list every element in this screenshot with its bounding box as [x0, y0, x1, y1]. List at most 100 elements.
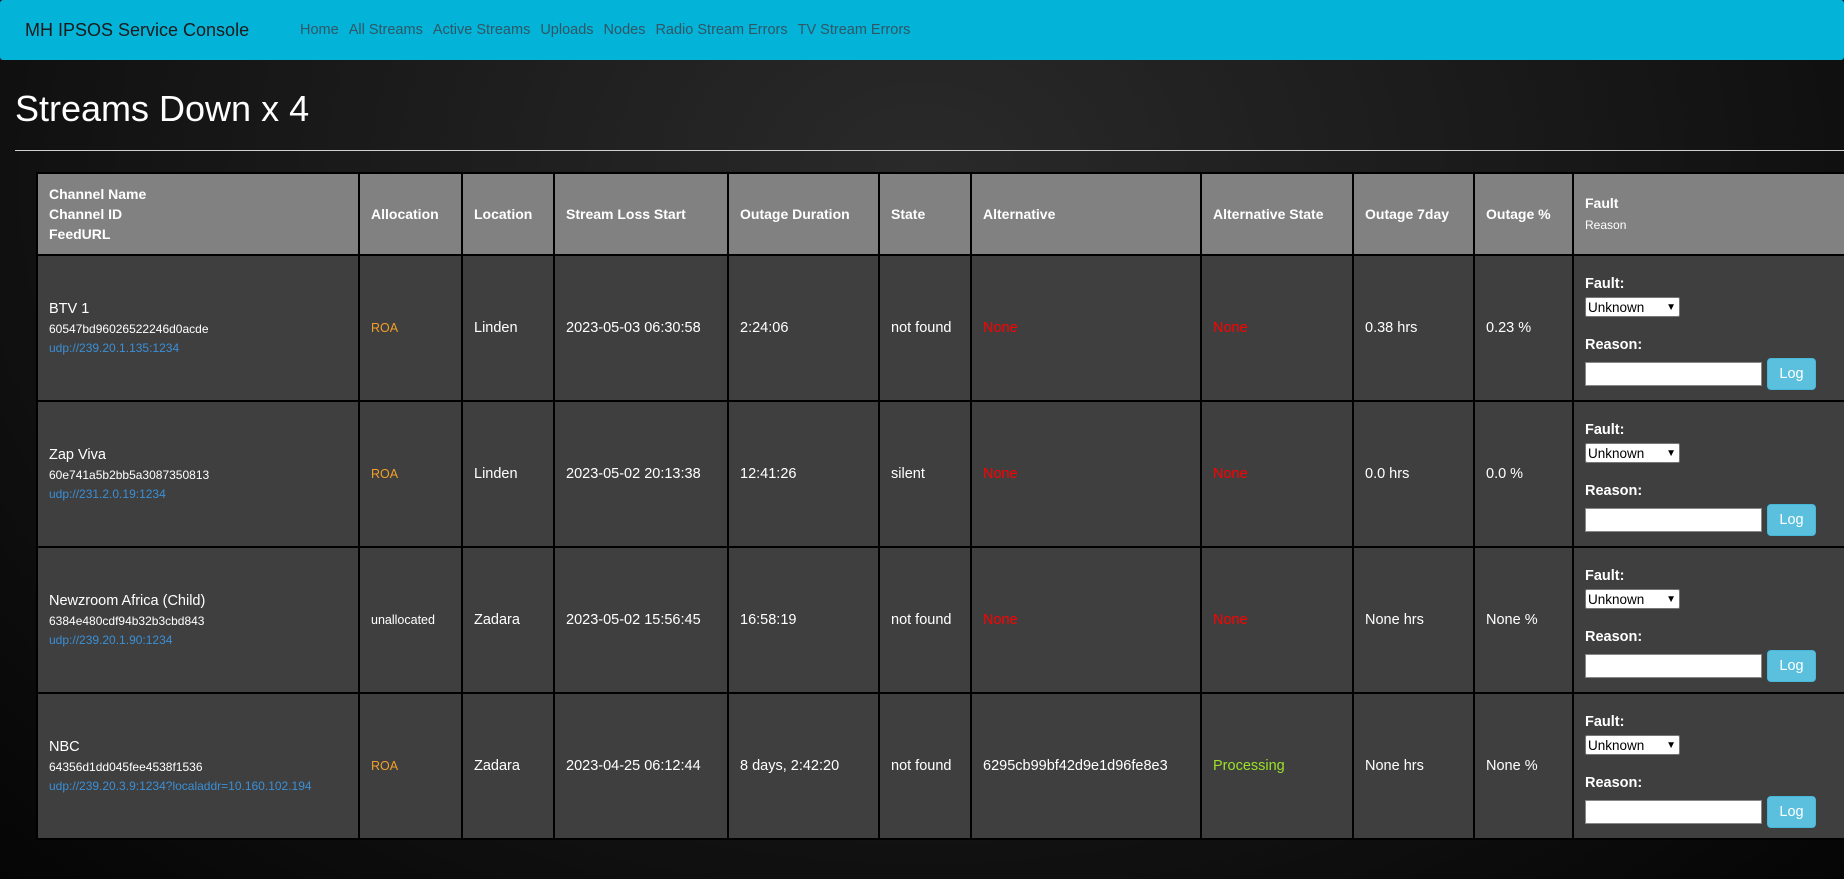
fault-cell: Fault: Unknown ▼ Reason: Log — [1572, 254, 1844, 402]
feed-url-link[interactable]: udp://231.2.0.19:1234 — [49, 487, 347, 501]
chevron-down-icon: ▼ — [1666, 593, 1676, 605]
reason-label: Reason: — [1585, 483, 1643, 499]
outage-duration-cell: 12:41:26 — [727, 400, 880, 548]
brand-title[interactable]: MH IPSOS Service Console — [25, 20, 295, 41]
channel-name: Zap Viva — [49, 447, 106, 463]
alternative-cell: None — [970, 254, 1202, 402]
alternative-state-value: None — [1213, 320, 1248, 336]
alternative-state-cell: None — [1200, 254, 1354, 402]
alternative-cell: None — [970, 400, 1202, 548]
col-header-channel: Channel Name Channel ID FeedURL — [36, 172, 360, 256]
location-cell: Zadara — [461, 546, 555, 694]
stream-loss-start-cell: 2023-05-03 06:30:58 — [553, 254, 729, 402]
table-row: NBC 64356d1dd045fee4538f1536 udp://239.2… — [36, 692, 1844, 840]
fault-select[interactable]: Unknown ▼ — [1585, 735, 1680, 755]
fault-select[interactable]: Unknown ▼ — [1585, 589, 1680, 609]
channel-id: 60547bd96026522246d0acde — [49, 322, 209, 336]
alternative-value: 6295cb99bf42d9e1d96fe8e3 — [983, 758, 1168, 774]
reason-input[interactable] — [1585, 362, 1762, 386]
fault-select-value: Unknown — [1588, 737, 1645, 753]
nav-link-active-streams[interactable]: Active Streams — [428, 22, 536, 38]
location-cell: Linden — [461, 254, 555, 402]
fault-cell: Fault: Unknown ▼ Reason: Log — [1572, 400, 1844, 548]
channel-cell: Newzroom Africa (Child) 6384e480cdf94b32… — [36, 546, 360, 694]
channel-id: 60e741a5b2bb5a3087350813 — [49, 468, 210, 482]
reason-input[interactable] — [1585, 508, 1762, 532]
channel-cell: NBC 64356d1dd045fee4538f1536 udp://239.2… — [36, 692, 360, 840]
allocation-cell: ROA — [358, 400, 463, 548]
outage-pct-cell: None % — [1473, 692, 1574, 840]
reason-row: Log — [1585, 358, 1835, 390]
nav-links: Home All Streams Active Streams Uploads … — [295, 22, 915, 38]
header-reason: Reason — [1585, 218, 1627, 232]
state-cell: silent — [878, 400, 972, 548]
outage-duration-cell: 2:24:06 — [727, 254, 880, 402]
outage-pct-cell: 0.23 % — [1473, 254, 1574, 402]
stream-loss-start-cell: 2023-05-02 15:56:45 — [553, 546, 729, 694]
divider — [15, 150, 1844, 151]
alternative-state-cell: None — [1200, 546, 1354, 694]
outage-duration-cell: 8 days, 2:42:20 — [727, 692, 880, 840]
outage-pct-cell: 0.0 % — [1473, 400, 1574, 548]
nav-link-all-streams[interactable]: All Streams — [344, 22, 428, 38]
col-header-alternative: Alternative — [970, 172, 1202, 256]
outage-duration-cell: 16:58:19 — [727, 546, 880, 694]
log-button[interactable]: Log — [1767, 796, 1816, 828]
location-cell: Linden — [461, 400, 555, 548]
col-header-fault: Fault Reason — [1572, 172, 1844, 256]
alternative-state-cell: None — [1200, 400, 1354, 548]
alternative-cell: None — [970, 546, 1202, 694]
header-fault: Fault — [1585, 195, 1619, 211]
streams-table: Channel Name Channel ID FeedURL Allocati… — [36, 172, 1844, 840]
state-cell: not found — [878, 546, 972, 694]
allocation-cell: ROA — [358, 254, 463, 402]
fault-cell: Fault: Unknown ▼ Reason: Log — [1572, 692, 1844, 840]
outage-7day-cell: None hrs — [1352, 692, 1475, 840]
alternative-state-value: Processing — [1213, 758, 1285, 774]
reason-label: Reason: — [1585, 775, 1643, 791]
fault-select[interactable]: Unknown ▼ — [1585, 443, 1680, 463]
col-header-alternative-state: Alternative State — [1200, 172, 1354, 256]
allocation-value: ROA — [371, 467, 399, 481]
reason-label: Reason: — [1585, 337, 1643, 353]
fault-select-value: Unknown — [1588, 299, 1645, 315]
feed-url-link[interactable]: udp://239.20.1.135:1234 — [49, 341, 347, 355]
fault-select[interactable]: Unknown ▼ — [1585, 297, 1680, 317]
nav-link-home[interactable]: Home — [295, 22, 344, 38]
channel-cell: Zap Viva 60e741a5b2bb5a3087350813 udp://… — [36, 400, 360, 548]
col-header-allocation: Allocation — [358, 172, 463, 256]
nav-link-nodes[interactable]: Nodes — [599, 22, 651, 38]
table-row: Zap Viva 60e741a5b2bb5a3087350813 udp://… — [36, 400, 1844, 548]
allocation-cell: unallocated — [358, 546, 463, 694]
alternative-state-value: None — [1213, 466, 1248, 482]
fault-label: Fault: — [1585, 714, 1625, 730]
col-header-stream-loss-start: Stream Loss Start — [553, 172, 729, 256]
table-header-row: Channel Name Channel ID FeedURL Allocati… — [36, 172, 1844, 256]
col-header-location: Location — [461, 172, 555, 256]
allocation-value: unallocated — [371, 613, 435, 627]
alternative-state-value: None — [1213, 612, 1248, 628]
fault-select-value: Unknown — [1588, 591, 1645, 607]
fault-label: Fault: — [1585, 422, 1625, 438]
log-button[interactable]: Log — [1767, 504, 1816, 536]
log-button[interactable]: Log — [1767, 358, 1816, 390]
reason-label: Reason: — [1585, 629, 1643, 645]
nav-link-tv-stream-errors[interactable]: TV Stream Errors — [793, 22, 916, 38]
nav-link-radio-stream-errors[interactable]: Radio Stream Errors — [650, 22, 792, 38]
header-channel-name: Channel Name — [49, 186, 147, 202]
feed-url-link[interactable]: udp://239.20.3.9:1234?localaddr=10.160.1… — [49, 779, 347, 793]
fault-cell: Fault: Unknown ▼ Reason: Log — [1572, 546, 1844, 694]
outage-7day-cell: 0.0 hrs — [1352, 400, 1475, 548]
log-button[interactable]: Log — [1767, 650, 1816, 682]
channel-name: NBC — [49, 739, 80, 755]
nav-link-uploads[interactable]: Uploads — [535, 22, 598, 38]
reason-row: Log — [1585, 650, 1835, 682]
alternative-value: None — [983, 612, 1018, 628]
allocation-value: ROA — [371, 321, 399, 335]
reason-input[interactable] — [1585, 654, 1762, 678]
channel-name: BTV 1 — [49, 301, 90, 317]
table-row: BTV 1 60547bd96026522246d0acde udp://239… — [36, 254, 1844, 402]
reason-input[interactable] — [1585, 800, 1762, 824]
state-cell: not found — [878, 254, 972, 402]
feed-url-link[interactable]: udp://239.20.1.90:1234 — [49, 633, 347, 647]
